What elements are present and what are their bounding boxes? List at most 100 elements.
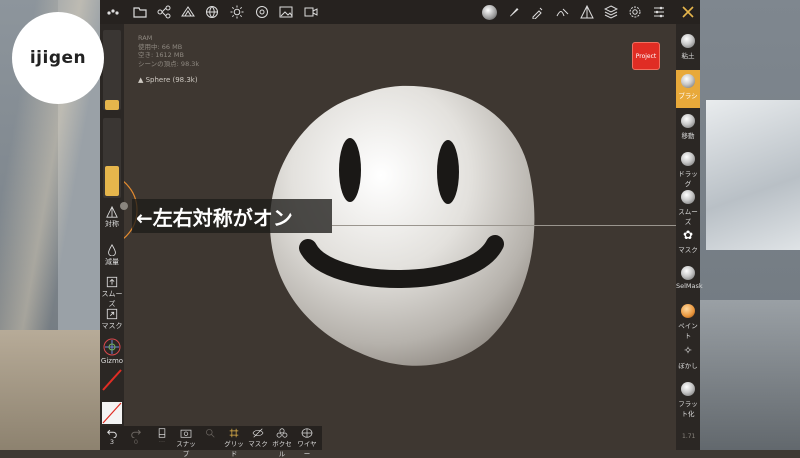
globe-icon[interactable] <box>204 4 220 20</box>
paint-brush[interactable]: ペイント <box>676 300 700 340</box>
mask-brush-label: マスク <box>678 246 698 254</box>
light-icon[interactable] <box>229 4 245 20</box>
files-icon[interactable] <box>132 4 148 20</box>
ram-used: 使用中: 66 MB <box>138 42 183 51</box>
intensity-slider-fill[interactable] <box>105 166 119 196</box>
symmetry-triangle-icon[interactable] <box>579 4 595 20</box>
mesh-triangle-icon: ▲ <box>138 76 146 84</box>
move-brush[interactable]: 移動 <box>676 110 700 148</box>
mask-brush-icon: ✿ <box>682 228 694 242</box>
grid-label: グリッド <box>224 440 244 458</box>
postprocess-icon[interactable] <box>254 4 270 20</box>
drop-icon <box>108 244 116 256</box>
mask-button[interactable]: マスク <box>100 308 124 331</box>
background-floor-right <box>700 300 800 450</box>
scene-icon[interactable] <box>156 4 172 20</box>
gizmo-label: Gizmo <box>100 357 124 365</box>
smooth-brush-icon <box>681 190 695 204</box>
move-brush-icon <box>681 114 695 128</box>
undo-icon <box>107 429 117 438</box>
undo-button[interactable]: 3 <box>100 428 124 446</box>
view-menu-button[interactable]: ··· <box>150 428 174 446</box>
white-swatch-icon[interactable] <box>102 402 122 424</box>
project-button[interactable]: Project <box>632 42 660 70</box>
mask-brush[interactable]: ✿ マスク <box>676 224 700 262</box>
mask-visibility-button[interactable]: マスク <box>246 428 270 448</box>
decimate-label: 減量 <box>105 258 119 266</box>
matcap-material-icon[interactable] <box>480 3 498 21</box>
camera-snap-icon <box>180 429 192 438</box>
radius-slider-handle[interactable] <box>105 100 119 110</box>
clay-brush[interactable]: 粘土 <box>676 30 700 68</box>
red-stroke-swatch-icon[interactable] <box>102 368 122 392</box>
ellipsis-menu-icon[interactable] <box>105 4 121 20</box>
layers-icon[interactable] <box>603 4 619 20</box>
mask-icon <box>106 308 118 320</box>
topology-icon[interactable] <box>180 4 196 20</box>
brush-tool[interactable]: ブラシ <box>676 70 700 108</box>
intensity-slider[interactable] <box>103 118 121 198</box>
blur-brush-icon: ✧ <box>683 344 693 357</box>
settings-gear-icon[interactable] <box>627 4 643 20</box>
drag-brush[interactable]: ドラッグ <box>676 148 700 188</box>
clay-brush-icon <box>681 34 695 48</box>
blur-brush[interactable]: ✧ ぼかし <box>676 340 700 378</box>
selmask-brush-label: SelMask <box>676 282 703 290</box>
voxel-label: ボクセル <box>272 440 292 458</box>
wireframe-button[interactable]: ワイヤー <box>295 428 319 458</box>
mask-label: マスク <box>101 322 123 330</box>
voxel-icon <box>276 428 288 438</box>
smooth-icon <box>106 276 118 288</box>
left-eye <box>339 138 361 202</box>
sliders-icon[interactable] <box>651 4 667 20</box>
view-icon <box>158 428 166 438</box>
flatten-brush-icon <box>681 382 695 396</box>
logo-text: ijigen <box>29 48 87 68</box>
zoom-button[interactable] <box>198 428 222 438</box>
stroke-icon[interactable] <box>555 4 571 20</box>
grid-button[interactable]: グリッド <box>222 428 246 458</box>
decimate-button[interactable]: 減量 <box>100 244 124 267</box>
scene-info: RAM 使用中: 66 MB 空き: 1612 MB シーンの頂点: 98.3k <box>138 34 199 68</box>
smooth-button[interactable]: スムーズ <box>100 276 124 309</box>
bottom-toolbar: 3 0 ··· スナップ グリッド マスク ボクセル ワイヤー <box>100 426 322 458</box>
mask-visibility-label: マスク <box>248 440 268 448</box>
symmetry-plane-line <box>332 225 676 226</box>
right-brush-toolbar: 粘土 ブラシ 移動 ドラッグ スムーズ ✿ マスク SelMask ペイント ✧ ぼ… <box>676 24 703 450</box>
snap-label: スナップ <box>176 440 196 458</box>
wireframe-label: ワイヤー <box>297 440 317 458</box>
flatten-brush-label: フラット化 <box>678 400 698 418</box>
top-toolbar <box>100 0 700 24</box>
selmask-brush[interactable]: SelMask <box>676 262 703 300</box>
eye-slash-icon <box>252 428 264 438</box>
image-icon[interactable] <box>278 4 294 20</box>
redo-count: 0 <box>133 438 139 446</box>
radius-slider[interactable] <box>103 30 121 110</box>
paint-brush-icon[interactable] <box>506 4 522 20</box>
redo-button[interactable]: 0 <box>124 428 148 446</box>
video-icon[interactable] <box>303 4 319 20</box>
snap-button[interactable]: スナップ <box>174 428 198 458</box>
blur-brush-label: ぼかし <box>678 362 698 370</box>
selected-object-name: Sphere (98.3k) <box>145 76 198 84</box>
color-picker-icon[interactable] <box>530 4 546 20</box>
selmask-brush-icon <box>681 266 695 280</box>
symmetry-toggle[interactable]: 対称 <box>100 206 124 229</box>
smooth-brush[interactable]: スムーズ <box>676 186 700 226</box>
ram-free: 空き: 1612 MB <box>138 51 184 59</box>
tools-icon[interactable] <box>680 4 696 20</box>
move-brush-label: 移動 <box>681 132 695 140</box>
channel-logo: ijigen <box>12 12 104 104</box>
zoom-icon <box>206 429 215 438</box>
voxel-button[interactable]: ボクセル <box>270 428 294 458</box>
drag-brush-icon <box>681 152 695 166</box>
symmetry-badge <box>120 202 128 210</box>
redo-icon <box>131 429 141 438</box>
brush-tool-label: ブラシ <box>678 92 698 100</box>
wireframe-icon <box>301 428 313 438</box>
symmetry-icon <box>106 206 118 218</box>
brush-tool-icon <box>681 74 695 88</box>
gizmo-button[interactable]: Gizmo <box>100 338 124 365</box>
selected-object-label[interactable]: ▲ Sphere (98.3k) <box>138 76 198 84</box>
flatten-brush[interactable]: フラット化 <box>676 378 700 422</box>
